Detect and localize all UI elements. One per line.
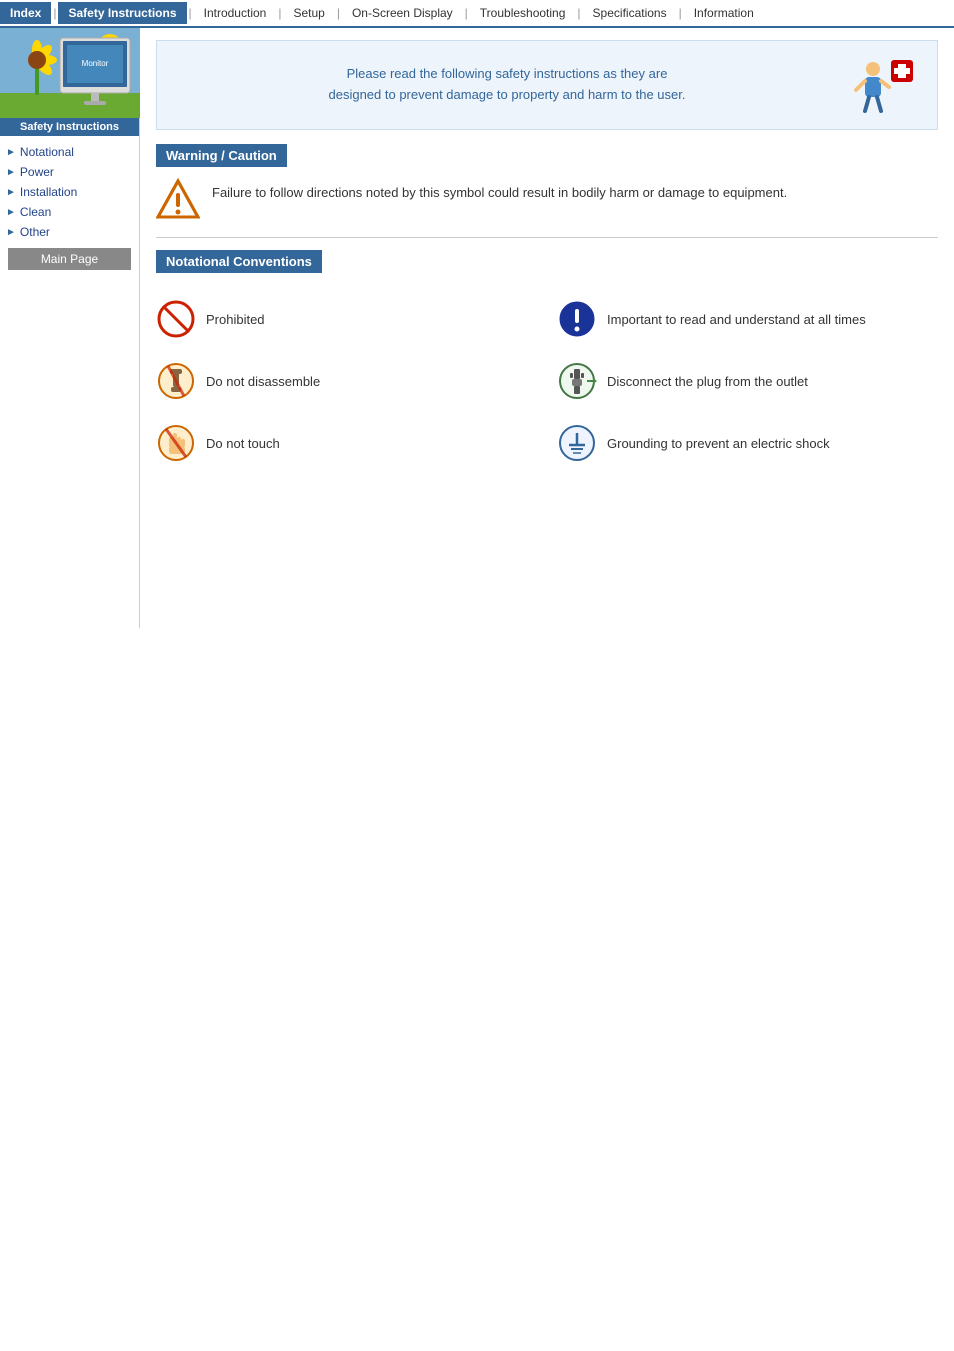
- disconnect-label: Disconnect the plug from the outlet: [607, 374, 808, 389]
- main-page-button[interactable]: Main Page: [8, 248, 131, 270]
- warning-box: Failure to follow directions noted by th…: [156, 177, 938, 221]
- nav-safety-instructions[interactable]: Safety Instructions: [58, 2, 186, 24]
- sidebar-item-clean[interactable]: ► Clean: [4, 202, 135, 222]
- intro-text: Please read the following safety instruc…: [173, 64, 841, 106]
- disconnect-icon: [557, 361, 597, 401]
- convention-prohibited: Prohibited: [156, 293, 537, 345]
- convention-important: Important to read and understand at all …: [557, 293, 938, 345]
- notational-header: Notational Conventions: [156, 250, 322, 273]
- sidebar-nav: ► Notational ► Power ► Installation ► Cl…: [0, 136, 139, 282]
- warning-header: Warning / Caution: [156, 144, 287, 167]
- important-label: Important to read and understand at all …: [607, 312, 866, 327]
- sidebar-item-power[interactable]: ► Power: [4, 162, 135, 182]
- sidebar-image: Monitor: [0, 28, 140, 118]
- safety-icon: [851, 55, 921, 115]
- navbar: Index | Safety Instructions | Introducti…: [0, 0, 954, 28]
- sidebar-item-installation[interactable]: ► Installation: [4, 182, 135, 202]
- important-icon: [557, 299, 597, 339]
- warning-section: Warning / Caution Failure to follow dire…: [156, 144, 938, 221]
- svg-text:Monitor: Monitor: [82, 59, 109, 68]
- sidebar: Monitor Safety Instructions ► Notational…: [0, 28, 140, 628]
- conventions-grid: Prohibited Important to read and underst…: [156, 293, 938, 469]
- warning-triangle-icon: [156, 177, 200, 221]
- arrow-icon: ►: [6, 227, 16, 238]
- convention-grounding: Grounding to prevent an electric shock: [557, 417, 938, 469]
- warning-text: Failure to follow directions noted by th…: [212, 177, 787, 203]
- intro-banner: Please read the following safety instruc…: [156, 40, 938, 130]
- divider: [156, 237, 938, 238]
- sidebar-label: Safety Instructions: [0, 118, 139, 136]
- main-layout: Monitor Safety Instructions ► Notational…: [0, 28, 954, 628]
- no-disassemble-icon: [156, 361, 196, 401]
- grounding-label: Grounding to prevent an electric shock: [607, 436, 830, 451]
- main-content: Please read the following safety instruc…: [140, 28, 954, 628]
- nav-setup[interactable]: Setup: [283, 2, 334, 24]
- no-touch-label: Do not touch: [206, 436, 280, 451]
- convention-disconnect: Disconnect the plug from the outlet: [557, 355, 938, 407]
- no-disassemble-label: Do not disassemble: [206, 374, 320, 389]
- no-touch-icon: [156, 423, 196, 463]
- nav-introduction[interactable]: Introduction: [194, 2, 277, 24]
- nav-index[interactable]: Index: [0, 2, 51, 24]
- arrow-icon: ►: [6, 167, 16, 178]
- sidebar-item-other[interactable]: ► Other: [4, 222, 135, 242]
- nav-osd[interactable]: On-Screen Display: [342, 2, 463, 24]
- notational-section: Notational Conventions Prohibited: [156, 250, 938, 469]
- prohibited-label: Prohibited: [206, 312, 265, 327]
- convention-no-disassemble: Do not disassemble: [156, 355, 537, 407]
- arrow-icon: ►: [6, 187, 16, 198]
- nav-information[interactable]: Information: [684, 2, 764, 24]
- sidebar-item-notational[interactable]: ► Notational: [4, 142, 135, 162]
- nav-specifications[interactable]: Specifications: [583, 2, 677, 24]
- arrow-icon: ►: [6, 207, 16, 218]
- arrow-icon: ►: [6, 147, 16, 158]
- grounding-icon: [557, 423, 597, 463]
- nav-troubleshooting[interactable]: Troubleshooting: [470, 2, 576, 24]
- prohibited-icon: [156, 299, 196, 339]
- convention-no-touch: Do not touch: [156, 417, 537, 469]
